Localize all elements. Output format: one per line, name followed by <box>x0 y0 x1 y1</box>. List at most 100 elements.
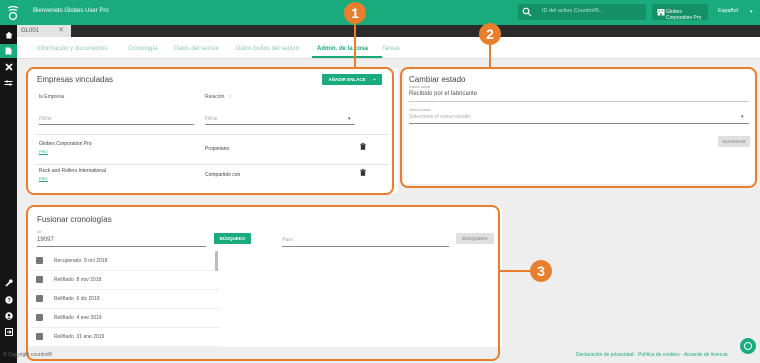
linked-companies-card: Empresas vinculadas AÑADIR ENLACE + la E… <box>26 68 398 193</box>
asset-search[interactable]: ID del activo Countrol®... <box>518 4 646 20</box>
current-status-value: Recibido por el fabricante <box>409 91 478 97</box>
relation-filter-underline <box>205 124 355 125</box>
new-status-select[interactable]: Seleccione el nuevo estado <box>409 114 470 120</box>
checkbox[interactable] <box>36 295 43 302</box>
event-label: Rellñado 6 dic 2018 <box>54 296 100 302</box>
search-to-button[interactable]: BÚSQUEDA <box>456 233 494 244</box>
close-icon[interactable]: ✕ <box>58 25 64 37</box>
tab-gl001[interactable]: GL001 ✕ <box>17 25 71 37</box>
checkbox[interactable] <box>36 257 43 264</box>
chevron-down-icon[interactable]: ▾ <box>348 116 351 122</box>
relation-cell: Propietario <box>205 146 230 152</box>
relation-filter-select[interactable]: Filtrar <box>205 116 218 122</box>
new-status-underline <box>409 123 749 124</box>
tab-tasks[interactable]: Tareas <box>382 46 400 52</box>
sidebar-item-documents[interactable] <box>0 44 17 58</box>
column-header-company[interactable]: la Empresa <box>39 94 64 100</box>
main-content: Información y documentos Cronología Dato… <box>17 37 760 347</box>
tab-thing-admin[interactable]: Admin. de la cosa <box>317 46 368 52</box>
callout-marker-3: 3 <box>530 260 552 282</box>
tab-info-documents[interactable]: Información y documentos <box>37 46 107 52</box>
list-item[interactable]: Recuperado 9 oct 2018 <box>30 251 220 271</box>
plus-icon: + <box>372 77 376 82</box>
wrench-icon <box>4 279 13 287</box>
company-filter-input[interactable]: Filtrar <box>39 116 52 122</box>
checkbox[interactable] <box>36 276 43 283</box>
sidebar-item-tools[interactable] <box>0 60 17 74</box>
company-name: Globes Corporation Pro <box>666 9 702 21</box>
tab-label: GL001 <box>21 28 40 34</box>
new-status-label: Nuevo estado <box>409 108 431 112</box>
event-date: 6 dic 2018 <box>76 296 100 302</box>
tab-raw-sensor-data[interactable]: Datos brutos del sensor <box>236 46 299 52</box>
change-status-title: Cambiar estado <box>409 75 466 84</box>
open-tabs-bar: GL001 ✕ <box>17 25 760 37</box>
logout-icon <box>4 328 13 336</box>
legal-links[interactable]: Declaración de privacidad · Política de … <box>576 352 727 358</box>
search-from-button[interactable]: BÚSQUEDA <box>214 233 251 244</box>
trash-icon[interactable] <box>360 169 366 176</box>
list-item[interactable]: Rellñado 6 dic 2018 <box>30 289 220 309</box>
event-date: 8 nov 2018 <box>76 277 102 283</box>
column-header-relation[interactable]: Relación ↑ <box>205 94 231 100</box>
event-label: Rellñado 4 ene 2019 <box>54 315 102 321</box>
add-link-button[interactable]: AÑADIR ENLACE + <box>322 74 382 85</box>
merge-timelines-card: Fusionar cronologías De 19097 BÚSQUEDA P… <box>26 207 502 347</box>
list-item[interactable]: Rellñado 8 nov 2018 <box>30 270 220 290</box>
event-label: Rellñado 8 nov 2018 <box>54 277 101 283</box>
checkbox[interactable] <box>36 314 43 321</box>
chat-help-icon[interactable] <box>740 338 756 354</box>
event-status: Rellñado <box>54 277 74 283</box>
to-input-underline <box>282 246 449 247</box>
relation-cell: Compartido con <box>205 172 241 178</box>
copyright-text: © Copyright countrol® <box>3 352 53 358</box>
section-nav: Información y documentos Cronología Dato… <box>17 37 760 59</box>
sliders-icon <box>4 80 13 86</box>
language-selector[interactable]: Español <box>718 8 738 14</box>
save-button[interactable]: GUARDAR <box>718 136 750 147</box>
current-status-label: Estado actual <box>409 85 431 89</box>
countrol-logo-icon[interactable] <box>0 0 25 25</box>
user-icon <box>4 312 13 320</box>
event-status: Rellñado <box>54 315 74 321</box>
company-switcher[interactable]: Globes Corporation Pro <box>652 4 708 21</box>
callout-marker-2: 2 <box>479 23 501 45</box>
sidebar-item-account[interactable] <box>0 309 17 323</box>
divider <box>35 134 389 135</box>
search-input[interactable]: ID del activo Countrol®... <box>542 8 603 14</box>
sidebar-item-logout[interactable] <box>0 325 17 339</box>
trash-icon[interactable] <box>360 143 366 150</box>
from-label: De <box>37 230 42 234</box>
chevron-down-icon[interactable]: ▾ <box>741 114 744 120</box>
timeline-events-list[interactable]: Recuperado 9 oct 2018 Rellñado 8 nov 201… <box>30 251 220 347</box>
pro-badge: PRO <box>39 149 48 155</box>
event-label: Recuperado 9 oct 2018 <box>54 258 107 264</box>
sidebar-item-settings[interactable] <box>0 76 17 90</box>
tab-timeline[interactable]: Cronología <box>128 46 157 52</box>
event-date: 9 oct 2018 <box>84 258 108 264</box>
checkbox[interactable] <box>36 333 43 340</box>
event-status: Rellñado <box>54 334 74 340</box>
callout-connector-1 <box>354 23 356 68</box>
tab-sensor-data[interactable]: Datos del sensor <box>174 46 219 52</box>
callout-connector-3 <box>500 270 532 272</box>
company-name-cell: Rock and Rollers International <box>39 168 106 174</box>
chevron-down-icon[interactable]: ▾ <box>750 9 753 15</box>
scrollbar[interactable] <box>215 251 218 271</box>
sidebar-item-wrench[interactable] <box>0 276 17 290</box>
sort-arrow-icon: ↑ <box>228 94 232 100</box>
from-input[interactable]: 19097 <box>37 237 54 243</box>
add-link-label: AÑADIR ENLACE <box>328 77 366 82</box>
event-status: Recuperado <box>54 258 82 264</box>
to-input[interactable]: Para <box>282 237 293 243</box>
sidebar: ? <box>0 25 17 363</box>
search-icon <box>522 7 532 17</box>
active-tab-indicator <box>312 56 382 58</box>
home-icon <box>5 31 12 39</box>
list-item[interactable]: Rellñado 31 ene 2019 <box>30 327 220 347</box>
sidebar-item-home[interactable] <box>0 28 17 42</box>
list-item[interactable]: Rellñado 4 ene 2019 <box>30 308 220 328</box>
event-status: Rellñado <box>54 296 74 302</box>
current-status-underline <box>409 101 749 102</box>
sidebar-item-help[interactable]: ? <box>0 293 17 307</box>
